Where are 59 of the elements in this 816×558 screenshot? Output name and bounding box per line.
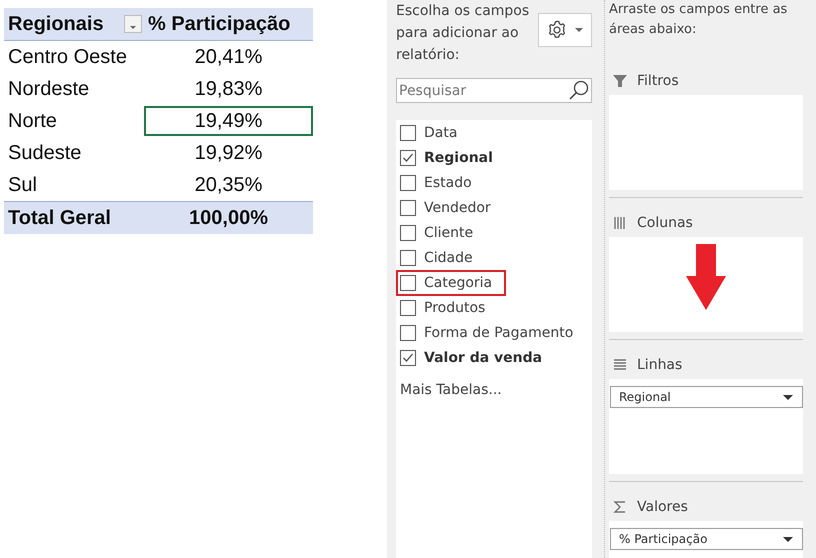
table-cell-text: 20,41% (194, 44, 264, 70)
table-cell-text: Sudeste (7, 140, 82, 166)
table-cell-text: Sul (7, 172, 38, 198)
instruction-text: Arraste os campos entre as áreas abaixo: (609, 1, 788, 39)
field-dropdown[interactable]: % Participação (610, 528, 803, 550)
table-cell-text: Norte (7, 108, 58, 134)
table-cell-text: 19,83% (194, 76, 264, 102)
filter-dropdown-button[interactable] (124, 15, 142, 33)
total-label: Total Geral (7, 206, 112, 230)
checkbox[interactable] (400, 224, 416, 240)
field-label[interactable]: Categoria (424, 274, 492, 290)
area-title: Colunas (637, 215, 693, 231)
checkbox[interactable] (400, 124, 416, 140)
field-label[interactable]: Vendedor (424, 200, 491, 216)
checkbox[interactable] (400, 300, 416, 316)
checkbox[interactable] (400, 174, 416, 190)
checkbox[interactable] (400, 350, 416, 366)
table-cell-text: Centro Oeste (7, 44, 128, 70)
checkbox[interactable] (400, 274, 416, 290)
table-cell-text: 20,35% (194, 172, 264, 198)
field-label[interactable]: Cidade (424, 250, 473, 266)
checkmark-icon (402, 152, 414, 162)
settings-icon (546, 19, 568, 41)
field-label[interactable]: Regional (424, 150, 493, 166)
caret-icon (574, 27, 584, 33)
area-title: Linhas (637, 357, 682, 373)
caret-icon (782, 394, 794, 400)
field-label[interactable]: Valor da venda (424, 350, 542, 366)
columns-icon (613, 216, 627, 230)
checkbox[interactable] (400, 324, 416, 340)
rows-icon (613, 358, 627, 372)
search-icon (568, 79, 590, 101)
field-dropdown[interactable]: Regional (610, 386, 803, 408)
field-label[interactable]: Forma de Pagamento (424, 324, 574, 340)
caret-icon (129, 25, 137, 30)
more-tables-link[interactable]: Mais Tabelas... (400, 382, 502, 398)
search-field[interactable]: Pesquisar (396, 78, 592, 103)
field-label[interactable]: Estado (424, 174, 472, 190)
field-label[interactable]: Cliente (424, 224, 474, 240)
table-cell-text: Nordeste (7, 76, 90, 102)
field-label[interactable]: Data (424, 124, 458, 140)
sigma-icon (613, 500, 627, 514)
checkbox[interactable] (400, 200, 416, 216)
area-title: Valores (637, 499, 688, 515)
column-header: % Participação (148, 12, 290, 36)
field-label[interactable]: Produtos (424, 300, 486, 316)
checkbox[interactable] (400, 250, 416, 266)
down-arrow-icon (686, 244, 726, 310)
checkbox[interactable] (400, 150, 416, 166)
settings-button[interactable] (538, 13, 592, 47)
instruction-text: Escolha os campos para adicionar ao relatório: (396, 2, 530, 65)
checkmark-icon (402, 352, 414, 362)
column-header: Regionais (7, 12, 105, 36)
filter-icon (613, 74, 627, 88)
table-cell: 19,49% (144, 106, 313, 136)
table-cell-text: 19,92% (194, 140, 264, 166)
caret-icon (782, 536, 794, 542)
area-title: Filtros (637, 73, 679, 89)
total-value: 100,00% (188, 206, 269, 230)
